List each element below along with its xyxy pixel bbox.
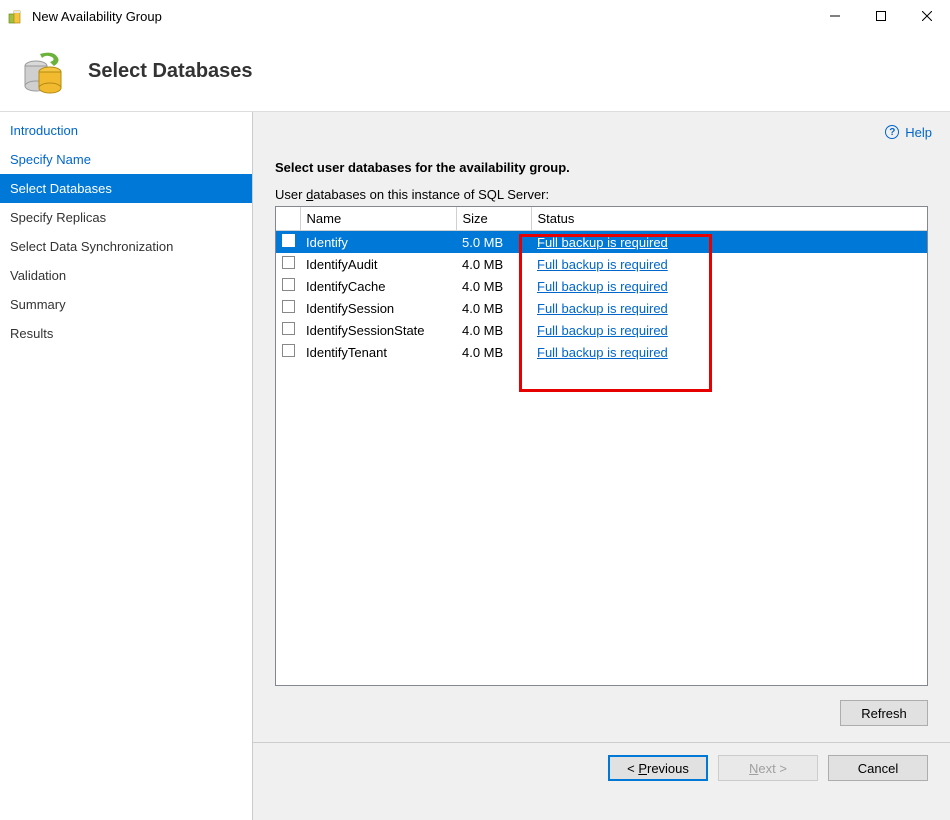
sidebar-item-select-databases[interactable]: Select Databases [0, 174, 252, 203]
help-icon: ? [885, 125, 899, 139]
status-link[interactable]: Full backup is required [537, 257, 668, 272]
sidebar-item-summary[interactable]: Summary [0, 290, 252, 319]
cell-name: IdentifySessionState [300, 319, 456, 341]
col-size-header[interactable]: Size [456, 207, 531, 231]
checkbox[interactable] [282, 300, 295, 313]
close-button[interactable] [904, 0, 950, 32]
prev-prefix: < [627, 761, 638, 776]
refresh-button[interactable]: Refresh [840, 700, 928, 726]
app-icon [8, 8, 24, 24]
sidebar-item-results[interactable]: Results [0, 319, 252, 348]
checkbox[interactable] [282, 234, 295, 247]
cell-size: 4.0 MB [456, 297, 531, 319]
table-row[interactable]: IdentifyTenant 4.0 MB Full backup is req… [276, 341, 927, 363]
wizard-header: Select Databases [0, 32, 950, 112]
status-link[interactable]: Full backup is required [537, 301, 668, 316]
subtext-suffix: atabases on this instance of SQL Server: [313, 187, 549, 202]
checkbox[interactable] [282, 344, 295, 357]
sidebar-item-specify-name[interactable]: Specify Name [0, 145, 252, 174]
prev-ul: P [638, 761, 647, 776]
next-suffix: ext > [758, 761, 787, 776]
title-bar: New Availability Group [0, 0, 950, 32]
help-row: ? Help [253, 112, 950, 142]
maximize-button[interactable] [858, 0, 904, 32]
instruction-text: Select user databases for the availabili… [253, 142, 950, 181]
cell-name: IdentifySession [300, 297, 456, 319]
status-link[interactable]: Full backup is required [537, 279, 668, 294]
subtext: User databases on this instance of SQL S… [253, 181, 950, 206]
prev-suffix: revious [647, 761, 689, 776]
checkbox[interactable] [282, 256, 295, 269]
cell-size: 4.0 MB [456, 275, 531, 297]
cell-size: 5.0 MB [456, 231, 531, 254]
sidebar-item-introduction[interactable]: Introduction [0, 116, 252, 145]
col-check-header[interactable] [276, 207, 300, 231]
refresh-row: Refresh [253, 686, 950, 726]
wizard-body: Introduction Specify Name Select Databas… [0, 112, 950, 820]
next-button: Next > [718, 755, 818, 781]
window-title: New Availability Group [32, 9, 812, 24]
cell-name: IdentifyTenant [300, 341, 456, 363]
sidebar-item-validation[interactable]: Validation [0, 261, 252, 290]
cell-size: 4.0 MB [456, 253, 531, 275]
help-link[interactable]: ? Help [885, 122, 932, 142]
footer-buttons: < Previous Next > Cancel [253, 742, 950, 781]
table-row[interactable]: IdentifyAudit 4.0 MB Full backup is requ… [276, 253, 927, 275]
status-link[interactable]: Full backup is required [537, 345, 668, 360]
sidebar-item-specify-replicas[interactable]: Specify Replicas [0, 203, 252, 232]
col-name-header[interactable]: Name [300, 207, 456, 231]
cell-name: Identify [300, 231, 456, 254]
next-ul: N [749, 761, 758, 776]
table-row[interactable]: IdentifySessionState 4.0 MB Full backup … [276, 319, 927, 341]
table-row[interactable]: Identify 5.0 MB Full backup is required [276, 231, 927, 254]
window-buttons [812, 0, 950, 32]
checkbox[interactable] [282, 278, 295, 291]
checkbox[interactable] [282, 322, 295, 335]
cell-size: 4.0 MB [456, 319, 531, 341]
table-row[interactable]: IdentifySession 4.0 MB Full backup is re… [276, 297, 927, 319]
page-title: Select Databases [88, 60, 253, 83]
table-header-row: Name Size Status [276, 207, 927, 231]
main-panel: ? Help Select user databases for the ava… [253, 112, 950, 820]
status-link[interactable]: Full backup is required [537, 235, 668, 250]
status-link[interactable]: Full backup is required [537, 323, 668, 338]
help-label: Help [905, 125, 932, 140]
col-status-header[interactable]: Status [531, 207, 927, 231]
sidebar: Introduction Specify Name Select Databas… [0, 112, 253, 820]
sidebar-item-select-data-sync[interactable]: Select Data Synchronization [0, 232, 252, 261]
previous-button[interactable]: < Previous [608, 755, 708, 781]
table-row[interactable]: IdentifyCache 4.0 MB Full backup is requ… [276, 275, 927, 297]
cell-name: IdentifyCache [300, 275, 456, 297]
minimize-button[interactable] [812, 0, 858, 32]
cell-size: 4.0 MB [456, 341, 531, 363]
subtext-prefix: User [275, 187, 306, 202]
database-table-container: Name Size Status Identify 5.0 MB Full ba… [275, 206, 928, 686]
cell-name: IdentifyAudit [300, 253, 456, 275]
database-table: Name Size Status Identify 5.0 MB Full ba… [276, 207, 927, 363]
cancel-button[interactable]: Cancel [828, 755, 928, 781]
databases-icon [20, 48, 68, 96]
